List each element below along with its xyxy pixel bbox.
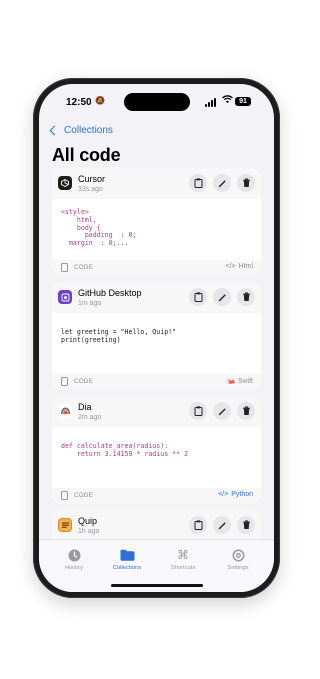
snippet-type-label: CODE: [74, 378, 94, 385]
edit-button[interactable]: [213, 288, 231, 306]
snippet-footer: CODE Swift: [52, 374, 261, 390]
page-title: All code: [52, 145, 121, 165]
copy-button[interactable]: [189, 174, 207, 192]
trash-icon: [242, 178, 250, 187]
snippet-app-name: Quip: [78, 516, 98, 526]
cursor-icon: [58, 176, 72, 190]
tab-label: Collections: [112, 565, 142, 571]
snippet-header: Cursor 33s ago: [52, 168, 261, 199]
language-label: Swift: [237, 377, 253, 385]
code-snippet: let greeting = "Hello, Quip!" print(gree…: [61, 328, 177, 344]
phone-frame: 12:50 🔕 91 Collections All code Cursor 3…: [33, 78, 280, 598]
trash-icon: [242, 520, 250, 529]
snippet-footer: CODE </> Html: [52, 260, 261, 276]
gear-icon: [213, 548, 263, 562]
snippet-app-name: Dia: [78, 402, 92, 412]
trash-icon: [242, 292, 250, 301]
copy-button[interactable]: [189, 402, 207, 420]
battery-indicator: 91: [235, 97, 251, 106]
delete-button[interactable]: [237, 516, 255, 534]
app-screen: 12:50 🔕 91 Collections All code Cursor 3…: [39, 84, 274, 592]
pencil-icon: [218, 408, 225, 415]
tab-shortcuts[interactable]: ⌘ Shortcuts: [158, 548, 208, 571]
tab-label: History: [64, 565, 84, 571]
clock-icon: [49, 548, 99, 562]
snippet-header: Dia 2m ago: [52, 396, 261, 427]
tab-settings[interactable]: Settings: [213, 548, 263, 571]
language-tag: </> Html: [225, 263, 253, 270]
delete-button[interactable]: [237, 174, 255, 192]
clipboard-icon: [194, 178, 202, 188]
clipboard-icon: [194, 520, 202, 530]
silent-bell-icon: 🔕: [95, 96, 105, 105]
quip-icon: [58, 518, 72, 532]
snippet-footer: CODE </> Python: [52, 488, 261, 504]
trash-icon: [242, 406, 250, 415]
snippet-card[interactable]: GitHub Desktop 1m ago let greeting = "He…: [52, 282, 261, 390]
language-tag: Swift: [226, 377, 253, 385]
copy-button[interactable]: [189, 288, 207, 306]
snippet-header: Quip 1h ago: [52, 510, 261, 541]
language-label: Html: [238, 263, 253, 270]
snippet-timestamp: 1h ago: [78, 528, 100, 535]
snippet-type-label: CODE: [74, 492, 94, 499]
status-bar: 12:50 🔕 91: [39, 84, 274, 118]
edit-button[interactable]: [213, 174, 231, 192]
snippet-timestamp: 33s ago: [78, 186, 103, 193]
code-snippet: <style> html, body { padding : 0; margin…: [61, 208, 137, 248]
snippet-timestamp: 2m ago: [78, 414, 102, 421]
snippet-app-name: GitHub Desktop: [78, 288, 142, 298]
tab-label: Settings: [227, 565, 249, 571]
document-icon: [61, 491, 68, 500]
command-icon: ⌘: [177, 548, 189, 562]
back-button[interactable]: Collections: [49, 125, 113, 136]
status-time: 12:50: [66, 97, 92, 108]
swift-icon: [226, 377, 235, 385]
edit-button[interactable]: [213, 402, 231, 420]
code-brackets-icon: </>: [225, 263, 236, 270]
snippet-card[interactable]: Cursor 33s ago <style> html, body { padd…: [52, 168, 261, 276]
chevron-left-icon: [49, 125, 60, 136]
code-snippet: def calculate_area(radius): return 3.141…: [61, 442, 189, 458]
github-desktop-icon: [58, 290, 72, 304]
delete-button[interactable]: [237, 402, 255, 420]
home-indicator: [111, 584, 203, 587]
dynamic-island: [124, 93, 190, 111]
pencil-icon: [218, 522, 225, 529]
code-brackets-icon: </>: [218, 491, 229, 498]
tab-history[interactable]: History: [49, 548, 99, 571]
clipboard-icon: [194, 292, 202, 302]
snippet-type-label: CODE: [74, 264, 94, 271]
tab-label: Shortcuts: [170, 565, 196, 571]
snippet-timestamp: 1m ago: [78, 300, 102, 307]
back-label: Collections: [64, 125, 113, 136]
pencil-icon: [218, 294, 225, 301]
snippet-app-name: Cursor: [78, 174, 106, 184]
snippet-header: GitHub Desktop 1m ago: [52, 282, 261, 313]
pencil-icon: [218, 180, 225, 187]
language-label: Python: [231, 491, 253, 498]
tab-bar: History Collections ⌘ Shortcuts Settings: [39, 539, 274, 592]
dia-icon: [58, 404, 72, 418]
wifi-icon: [222, 95, 233, 106]
snippet-card[interactable]: Dia 2m ago def calculate_area(radius): r…: [52, 396, 261, 504]
document-icon: [61, 377, 68, 386]
edit-button[interactable]: [213, 516, 231, 534]
folder-icon: [102, 548, 152, 562]
clipboard-icon: [194, 406, 202, 416]
delete-button[interactable]: [237, 288, 255, 306]
cellular-signal-icon: [205, 98, 216, 107]
document-icon: [61, 263, 68, 272]
tab-collections[interactable]: Collections: [102, 548, 152, 571]
copy-button[interactable]: [189, 516, 207, 534]
language-tag: </> Python: [218, 491, 253, 498]
